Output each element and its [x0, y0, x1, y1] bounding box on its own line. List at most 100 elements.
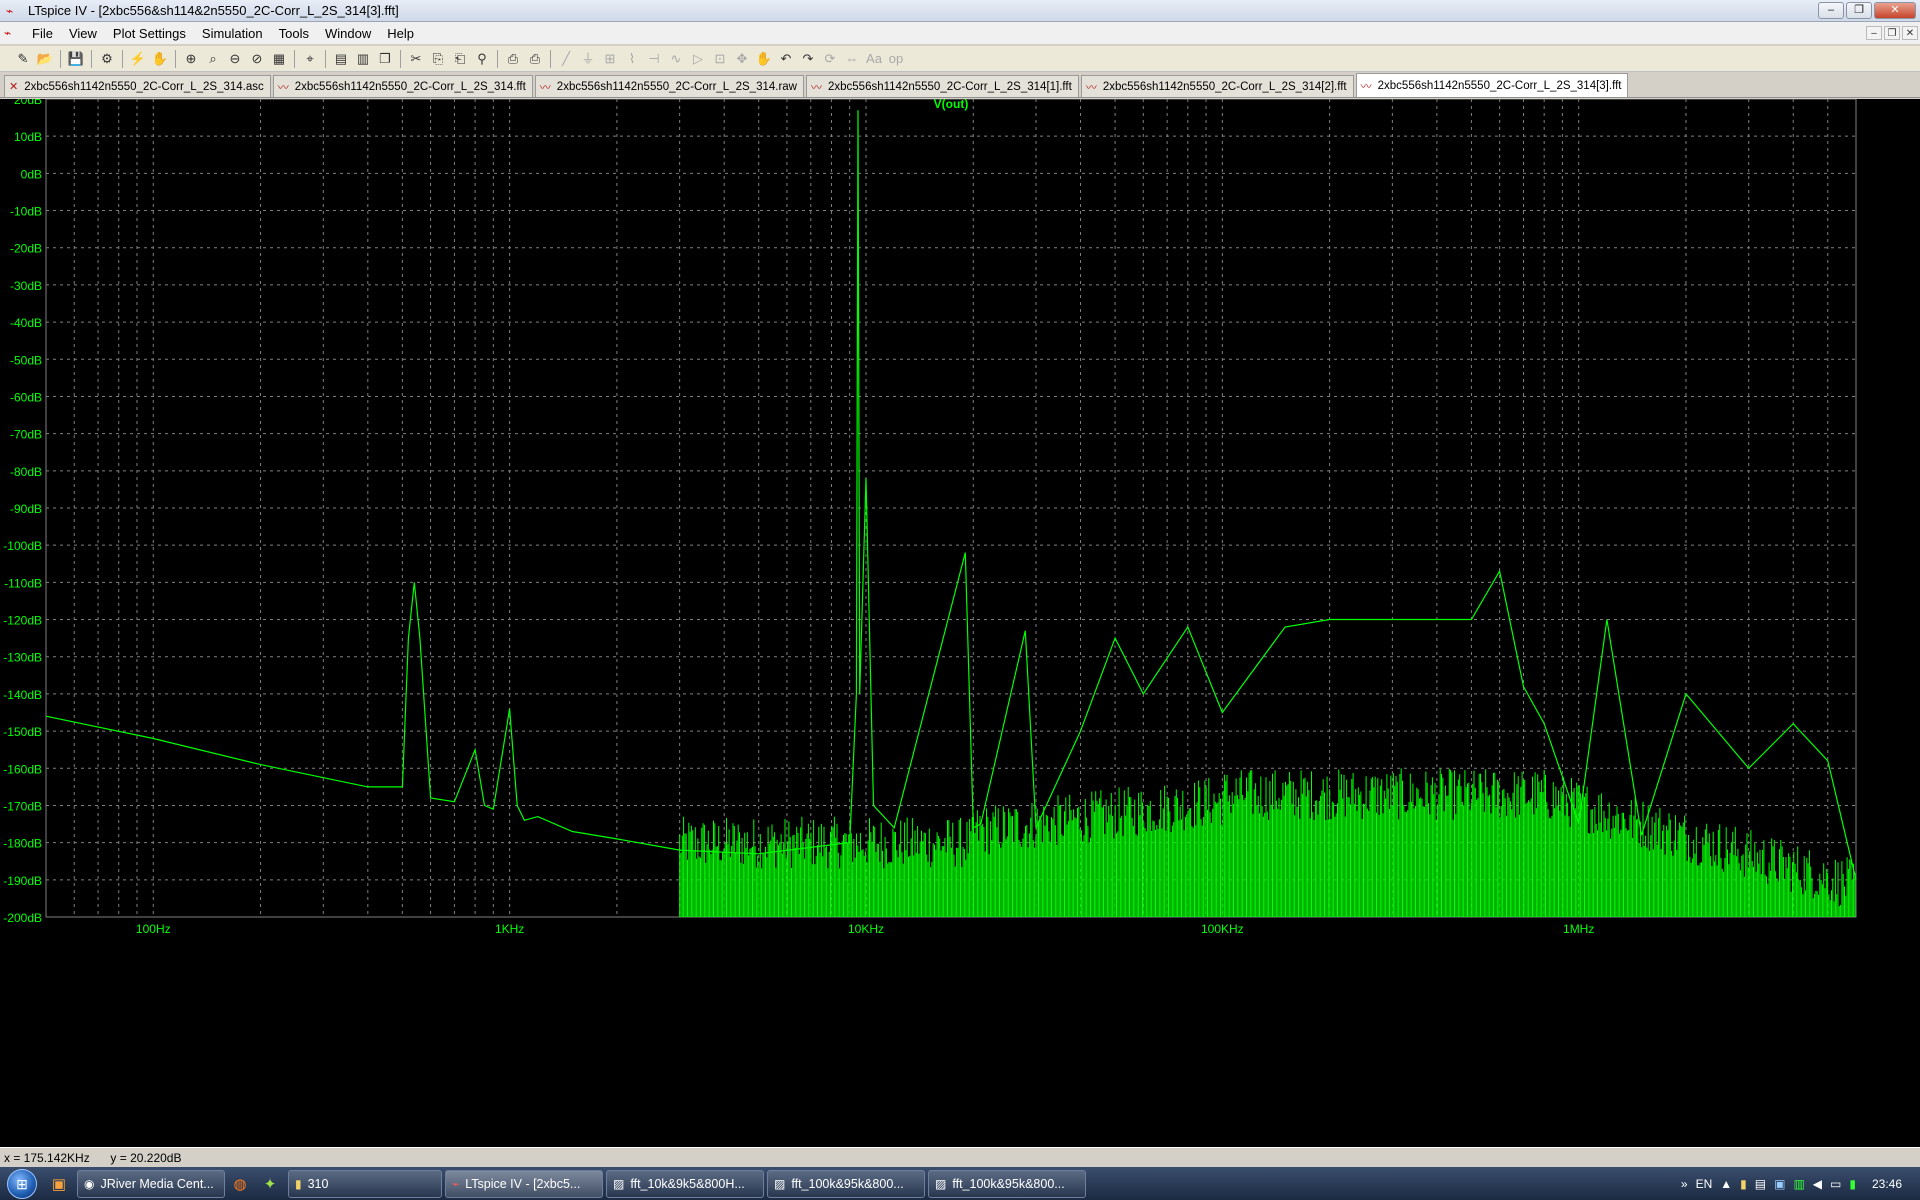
tray-network-icon[interactable]: ▤: [1755, 1177, 1766, 1191]
undo-icon[interactable]: ↶: [775, 49, 797, 69]
tab-fft-2[interactable]: 〰 2xbc556sh1142n5550_2C-Corr_L_2S_314[2].…: [1080, 75, 1354, 97]
cascade-icon[interactable]: ❐: [374, 49, 396, 69]
status-bar: x = 175.142KHz y = 20.220dB: [0, 1147, 1920, 1167]
toolbar-separator: [294, 49, 295, 68]
component-icon[interactable]: ⊡: [709, 49, 731, 69]
toolbar: ✎ 📂 💾 ⚙ ⚡ ✋ ⊕ ⌕ ⊖ ⊘ ▦ ⌖ ▤ ▥ ❐ ✂ ⎘ ⎗ ⚲ ⎙ ⎙ ╱ ⏚ ⊞ ⌇ ⊣ ∿ ▷ ⊡ ✥ ✋ ↶ ↷ ⟳ ⇔ Aa op: [0, 46, 1920, 72]
maximize-button[interactable]: ❐: [1846, 2, 1872, 19]
resistor-icon[interactable]: ⌇: [621, 49, 643, 69]
quick-launch-firefox-icon[interactable]: ◍: [225, 1170, 255, 1198]
tab-fft-1[interactable]: 〰 2xbc556sh1142n5550_2C-Corr_L_2S_314[1].…: [805, 75, 1079, 97]
menu-help[interactable]: Help: [379, 26, 422, 41]
label-icon[interactable]: ⊞: [599, 49, 621, 69]
mdi-minimize-button[interactable]: –: [1866, 26, 1882, 40]
taskbar-button-image-3[interactable]: ▨ fft_100k&95k&800...: [928, 1169, 1086, 1198]
find-icon[interactable]: ⚲: [471, 49, 493, 69]
plot-pane[interactable]: 20dB 10dB 0dB -10dB -20dB -30dB -40dB -50dB -60d…: [0, 99, 1920, 1147]
new-schematic-icon[interactable]: ✎: [12, 49, 34, 69]
mdi-restore-button[interactable]: ❐: [1884, 26, 1900, 40]
clock[interactable]: 23:46: [1872, 1177, 1902, 1191]
copy-icon[interactable]: ⎘: [427, 49, 449, 69]
quick-launch-app-icon[interactable]: ✦: [255, 1170, 285, 1198]
print-icon[interactable]: ⎙: [524, 49, 546, 69]
toolbar-separator: [175, 49, 176, 68]
menu-tools[interactable]: Tools: [271, 26, 317, 41]
zoom-out-icon[interactable]: ⊖: [224, 49, 246, 69]
zoom-area-icon[interactable]: ⌕: [202, 49, 224, 69]
mirror-icon[interactable]: ⇔: [841, 49, 863, 69]
menu-view[interactable]: View: [61, 26, 105, 41]
spice-directive-icon[interactable]: op: [885, 49, 907, 69]
open-icon[interactable]: 📂: [34, 49, 56, 69]
close-button[interactable]: ✕: [1874, 2, 1916, 19]
tray-expand-icon[interactable]: »: [1681, 1177, 1688, 1191]
inductor-icon[interactable]: ∿: [665, 49, 687, 69]
mdi-close-button[interactable]: ✕: [1902, 26, 1918, 40]
print-preview-icon[interactable]: ⎙: [502, 49, 524, 69]
y-tick-label: -150dB: [3, 725, 42, 739]
y-tick-label: -100dB: [3, 539, 42, 553]
wire-icon[interactable]: ╱: [555, 49, 577, 69]
cursor-x-readout: x = 175.142KHz: [4, 1151, 90, 1165]
image-icon: ▨: [613, 1176, 625, 1191]
menu-plot-settings[interactable]: Plot Settings: [105, 26, 194, 41]
plot-icon: 〰: [1360, 80, 1372, 93]
taskbar-button-label: LTspice IV - [2xbc5...: [465, 1176, 581, 1191]
tab-fft[interactable]: 〰 2xbc556sh1142n5550_2C-Corr_L_2S_314.fft: [272, 75, 533, 97]
fft-plot[interactable]: 20dB 10dB 0dB -10dB -20dB -30dB -40dB -50dB -60d…: [0, 99, 1920, 1147]
menu-file[interactable]: File: [24, 26, 61, 41]
tab-label: 2xbc556sh1142n5550_2C-Corr_L_2S_314.raw: [556, 80, 797, 93]
run-icon[interactable]: ⚡: [127, 49, 149, 69]
tray-up-icon[interactable]: ▲: [1720, 1177, 1732, 1191]
taskbar-button-image-1[interactable]: ▨ fft_10k&9k5&800H...: [606, 1169, 764, 1198]
y-tick-label: -190dB: [3, 874, 42, 888]
language-indicator[interactable]: EN: [1696, 1177, 1713, 1191]
tray-folder-icon[interactable]: ▮: [1740, 1177, 1747, 1191]
tray-monitor-icon[interactable]: ▣: [1774, 1177, 1785, 1191]
taskbar-button-jriver[interactable]: ◉ JRiver Media Cent...: [77, 1169, 225, 1198]
zoom-fit-icon[interactable]: ⊘: [246, 49, 268, 69]
menu-window[interactable]: Window: [317, 26, 379, 41]
taskbar-button-folder[interactable]: ▮ 310: [288, 1169, 442, 1198]
toolbar-separator: [497, 49, 498, 68]
control-panel-icon[interactable]: ⚙: [96, 49, 118, 69]
tile-vertical-icon[interactable]: ▥: [352, 49, 374, 69]
toolbar-separator: [550, 49, 551, 68]
ground-icon[interactable]: ⏚: [577, 49, 599, 69]
cut-icon[interactable]: ✂: [405, 49, 427, 69]
diode-icon[interactable]: ▷: [687, 49, 709, 69]
save-icon[interactable]: 💾: [65, 49, 87, 69]
y-tick-label: -180dB: [3, 837, 42, 851]
tab-fft-3[interactable]: 〰 2xbc556sh1142n5550_2C-Corr_L_2S_314[3].…: [1355, 73, 1629, 97]
redo-icon[interactable]: ↷: [797, 49, 819, 69]
taskbar-button-image-2[interactable]: ▨ fft_100k&95k&800...: [767, 1169, 925, 1198]
tray-power-icon[interactable]: ▭: [1830, 1177, 1841, 1191]
rotate-icon[interactable]: ⟳: [819, 49, 841, 69]
tab-schematic-asc[interactable]: ✕ 2xbc556sh1142n5550_2C-Corr_L_2S_314.asc: [4, 75, 271, 97]
paste-icon[interactable]: ⎗: [449, 49, 471, 69]
cursor-icon[interactable]: ⌖: [299, 49, 321, 69]
autorange-icon[interactable]: ▦: [268, 49, 290, 69]
y-tick-label: -60dB: [10, 390, 42, 404]
tray-volume-icon[interactable]: ◀: [1813, 1177, 1822, 1191]
move-icon[interactable]: ✥: [731, 49, 753, 69]
drag-icon[interactable]: ✋: [753, 49, 775, 69]
tray-battery-icon[interactable]: ▮: [1849, 1177, 1856, 1191]
toolbar-separator: [91, 49, 92, 68]
minimize-button[interactable]: –: [1818, 2, 1844, 19]
tile-horizontal-icon[interactable]: ▤: [330, 49, 352, 69]
taskbar-button-label: fft_10k&9k5&800H...: [630, 1176, 745, 1191]
tab-raw[interactable]: 〰 2xbc556sh1142n5550_2C-Corr_L_2S_314.raw: [534, 75, 804, 97]
taskbar-button-ltspice[interactable]: ⌁ LTspice IV - [2xbc5...: [445, 1169, 603, 1198]
capacitor-icon[interactable]: ⊣: [643, 49, 665, 69]
taskbar-button-label: 310: [307, 1176, 329, 1191]
start-button[interactable]: ⊞: [0, 1167, 44, 1200]
zoom-in-icon[interactable]: ⊕: [180, 49, 202, 69]
tray-cpu-meter-icon[interactable]: ▥: [1793, 1177, 1804, 1191]
text-icon[interactable]: Aa: [863, 49, 885, 69]
tab-label: 2xbc556sh1142n5550_2C-Corr_L_2S_314[2].f…: [1102, 80, 1347, 93]
halt-icon[interactable]: ✋: [149, 49, 171, 69]
menu-simulation[interactable]: Simulation: [194, 26, 271, 41]
quick-launch-media-icon[interactable]: ▣: [44, 1170, 74, 1198]
plot-icon: 〰: [539, 81, 551, 94]
